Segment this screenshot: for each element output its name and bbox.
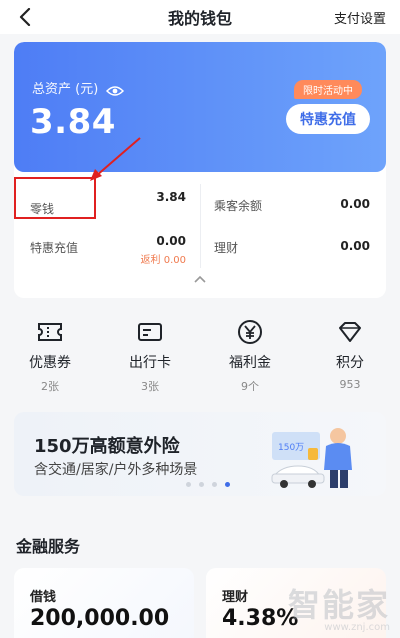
travel-card-count: 3张: [141, 380, 159, 393]
carousel-dot[interactable]: [212, 482, 217, 487]
topup-balance-label: 特惠充值: [30, 241, 79, 255]
diamond-icon: [339, 322, 361, 342]
banner-title: 150万高额意外险: [34, 436, 180, 457]
change-value: 3.84: [156, 190, 186, 204]
insurance-illustration: 150万: [271, 428, 352, 488]
points-count: 953: [339, 378, 361, 391]
coupons-count: 2张: [41, 380, 59, 393]
eye-icon[interactable]: [106, 82, 125, 96]
balance-cell-wealth[interactable]: 理财 0.00: [214, 234, 370, 282]
passenger-balance-value: 0.00: [340, 197, 370, 211]
passenger-balance-label: 乘客余额: [214, 199, 263, 213]
points-label: 积分: [336, 355, 364, 371]
coupons-label: 优惠券: [29, 355, 71, 371]
quick-item-welfare[interactable]: 福利金 9个: [205, 318, 295, 396]
card-icon: [138, 323, 162, 341]
page-title: 我的钱包: [167, 9, 232, 28]
back-arrow-icon[interactable]: [14, 6, 36, 28]
wealth-card-value: 4.38%: [222, 606, 299, 631]
special-topup-button[interactable]: 特惠充值: [286, 104, 370, 134]
carousel-dots: [186, 482, 230, 487]
annotation-arrow-icon: [90, 137, 141, 181]
chevron-up-icon[interactable]: [190, 272, 210, 286]
watermark-text: 智能家: [287, 586, 390, 624]
finance-section-title: 金融服务: [16, 537, 81, 556]
quick-item-coupons[interactable]: 优惠券 2张: [5, 318, 95, 396]
travel-card-label: 出行卡: [129, 355, 171, 371]
welfare-label: 福利金: [229, 355, 271, 371]
balance-cell-topup[interactable]: 特惠充值 0.00 返利 0.00: [30, 234, 186, 282]
welfare-count: 9个: [241, 380, 259, 393]
promo-badge: 限时活动中: [294, 80, 362, 99]
borrow-value: 200,000.00: [30, 606, 170, 631]
carousel-dot[interactable]: [199, 482, 204, 487]
rebate-text: 返利 0.00: [140, 255, 186, 266]
finance-card-borrow[interactable]: 借钱 200,000.00: [14, 568, 194, 638]
wealth-value: 0.00: [340, 239, 370, 253]
ticket-icon: [38, 323, 62, 341]
total-assets-panel: 总资产 (元) 3.84 限时活动中 特惠充值: [14, 42, 386, 172]
quick-item-points[interactable]: 积分 953: [305, 318, 395, 396]
wealth-label: 理财: [214, 241, 239, 255]
watermark: 智能家 www.znj.com: [288, 580, 390, 633]
quick-item-travel-card[interactable]: 出行卡 3张: [105, 318, 195, 396]
wealth-card-label: 理财: [222, 590, 249, 605]
total-assets-label: 总资产 (元): [32, 82, 99, 97]
yen-icon: [238, 320, 262, 344]
quick-actions: 优惠券 2张 出行卡 3张 福利金 9个 积分 953: [0, 318, 400, 396]
topup-balance-value: 0.00: [156, 234, 186, 248]
insurance-banner[interactable]: 150万高额意外险 含交通/居家/户外多种场景 150万: [14, 412, 386, 496]
carousel-dot-active[interactable]: [225, 482, 230, 487]
banner-subtitle: 含交通/居家/户外多种场景: [34, 462, 198, 478]
carousel-dot[interactable]: [186, 482, 191, 487]
top-bar: 我的钱包 支付设置: [0, 0, 400, 34]
borrow-label: 借钱: [30, 590, 57, 605]
grid-divider: [200, 184, 201, 268]
balance-cell-passenger[interactable]: 乘客余额 0.00: [214, 190, 370, 238]
payment-settings-link[interactable]: 支付设置: [334, 8, 386, 27]
wallet-card: 总资产 (元) 3.84 限时活动中 特惠充值 零钱 3.84 乘客余额 0.0…: [14, 42, 386, 298]
illustration-label: 150万: [278, 443, 304, 453]
